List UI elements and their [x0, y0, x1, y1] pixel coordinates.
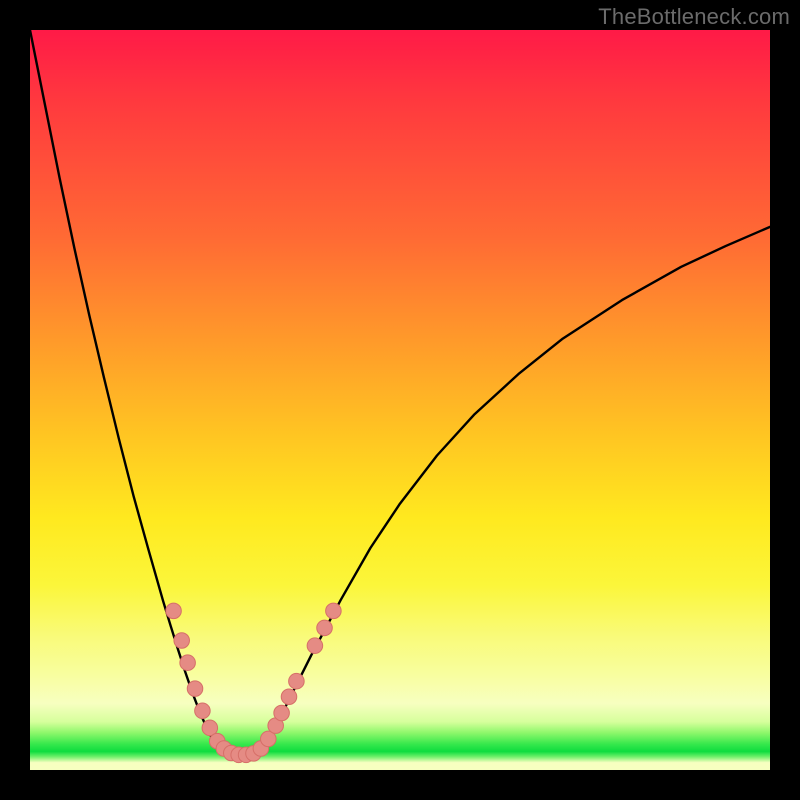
highlight-dot: [317, 620, 333, 636]
highlight-dot: [180, 655, 196, 671]
highlight-dot: [187, 681, 203, 697]
highlight-dot: [274, 705, 290, 721]
highlight-dot: [281, 689, 297, 705]
highlight-dot: [166, 603, 182, 619]
highlight-dot: [174, 633, 190, 649]
highlight-dot: [289, 673, 305, 689]
plot-area: [30, 30, 770, 770]
highlight-dot: [195, 703, 211, 719]
highlight-dot: [326, 603, 342, 619]
chart-frame: TheBottleneck.com: [0, 0, 800, 800]
highlight-dot: [307, 638, 323, 654]
watermark-text: TheBottleneck.com: [598, 4, 790, 30]
chart-svg: [30, 30, 770, 770]
bottleneck-curve: [30, 30, 770, 756]
highlight-dots: [166, 603, 341, 762]
